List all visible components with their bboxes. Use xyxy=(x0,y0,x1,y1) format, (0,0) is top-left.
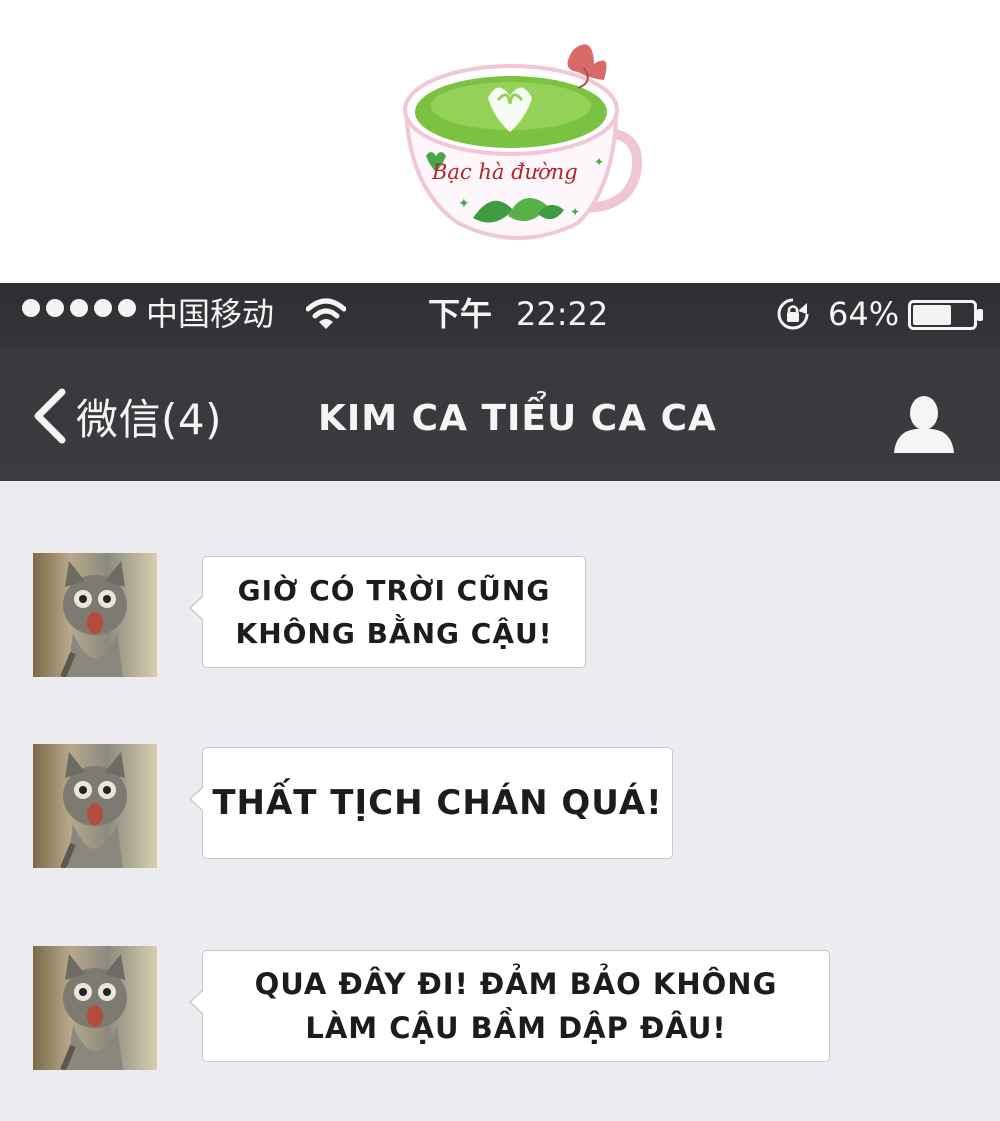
cat-avatar[interactable] xyxy=(33,744,157,868)
svg-text:✦: ✦ xyxy=(458,196,470,212)
tea-cup-logo-icon: ✦ ✦ ✦ xyxy=(403,44,642,240)
carrier-name: 中国移动 xyxy=(146,295,275,333)
wifi-icon xyxy=(306,298,346,329)
back-label: 微信(4) xyxy=(76,394,222,444)
status-bar: 中国移动 下午 22:22 64% xyxy=(0,283,1000,349)
signal-strength-indicator xyxy=(22,299,136,317)
signal-dot xyxy=(118,299,136,317)
signal-dot xyxy=(94,299,112,317)
cat-avatar-image xyxy=(60,954,127,1070)
cat-avatar-image xyxy=(60,752,127,868)
logo-area: ✦ ✦ ✦ Bạc hà đường xyxy=(0,0,1000,283)
signal-dot xyxy=(46,299,64,317)
back-button[interactable]: 微信(4) xyxy=(30,383,222,449)
cat-avatar[interactable] xyxy=(33,553,157,677)
chat-title: KIM CA TIỂU CA CA xyxy=(318,398,717,439)
time-period: 下午 xyxy=(428,295,493,333)
message-text: GIỜ CÓ TRỜI CŨNG KHÔNG BẰNG CẬU! xyxy=(235,574,553,650)
signal-dot xyxy=(22,299,40,317)
logo-text: Bạc hà đường xyxy=(432,160,578,184)
cat-avatar[interactable] xyxy=(33,946,157,1070)
message-bubble[interactable]: THẤT TỊCH CHÁN QUÁ! xyxy=(189,747,673,859)
message-bubble[interactable]: GIỜ CÓ TRỜI CŨNG KHÔNG BẰNG CẬU! xyxy=(189,556,586,668)
svg-text:✦: ✦ xyxy=(594,155,604,169)
message-text: QUA ĐÂY ĐI! ĐẢM BẢO KHÔNG LÀM CẬU BẦM DẬ… xyxy=(254,967,778,1045)
rotation-lock-icon xyxy=(777,298,809,330)
battery-icon xyxy=(908,300,983,330)
cat-avatar-image xyxy=(60,561,127,677)
battery-percentage: 64% xyxy=(828,295,900,333)
person-icon[interactable] xyxy=(892,393,956,455)
chevron-left-icon xyxy=(34,388,66,444)
navigation-bar: 微信(4) KIM CA TIỂU CA CA xyxy=(0,349,1000,481)
clock-time: 22:22 xyxy=(516,295,609,333)
phone-screen: 中国移动 下午 22:22 64% 微信(4) KIM CA TIỂU CA C… xyxy=(0,283,1000,1121)
message-bubble[interactable]: QUA ĐÂY ĐI! ĐẢM BẢO KHÔNG LÀM CẬU BẦM DẬ… xyxy=(189,950,830,1062)
svg-text:✦: ✦ xyxy=(570,205,580,219)
message-text: THẤT TỊCH CHÁN QUÁ! xyxy=(212,783,663,823)
signal-dot xyxy=(70,299,88,317)
